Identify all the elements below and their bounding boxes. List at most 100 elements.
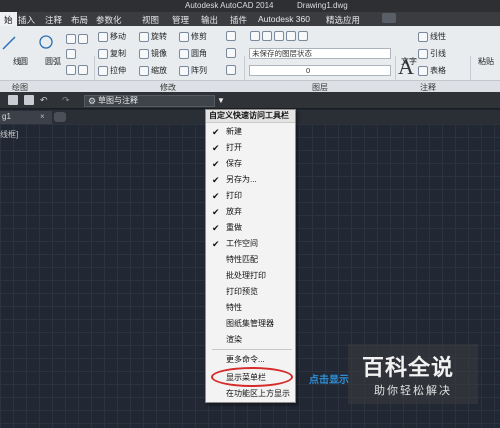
rotate-label: 旋转 (151, 32, 167, 41)
checkmark-icon: ✔ (212, 223, 220, 233)
workspace-select[interactable]: 草图与注释 (84, 95, 215, 107)
layer-state-select[interactable]: 未保存的图层状态 (249, 48, 391, 59)
tab-manage[interactable]: 管理 (172, 14, 189, 26)
title-bar: Autodesk AutoCAD 2014 Drawing1.dwg (0, 0, 500, 12)
menu-item-label: 打印预览 (226, 287, 258, 296)
current-layer-select[interactable]: 0 (249, 65, 391, 76)
menu-item[interactable]: ✔ 工作空间 (206, 236, 295, 252)
circle-icon (39, 35, 53, 49)
menu-item[interactable]: 在功能区上方显示 (206, 386, 295, 402)
menu-item[interactable]: 图纸集管理器 (206, 316, 295, 332)
modify-extra-1[interactable] (226, 31, 236, 41)
tab-plugins[interactable]: 插件 (230, 14, 247, 26)
document-tab[interactable]: g1 × (0, 111, 52, 124)
tab-parametric[interactable]: 参数化 (96, 14, 122, 26)
watermark: 百科全说 助你轻松解决 (348, 344, 478, 404)
array-icon (179, 65, 189, 76)
explode-icon (226, 48, 236, 58)
rotate-icon (139, 31, 149, 42)
undo-icon[interactable]: ↶ (40, 95, 48, 106)
copy-button[interactable]: 复制 (98, 48, 126, 59)
copy-label: 复制 (110, 49, 126, 58)
scale-button[interactable]: 缩放 (139, 65, 167, 76)
menu-item[interactable]: ✔ 打开 (206, 140, 295, 156)
draw-tools-small[interactable] (66, 34, 88, 44)
tab-autodesk-360[interactable]: Autodesk 360 (258, 14, 310, 24)
table-icon (418, 65, 428, 76)
menu-item[interactable]: ✔ 重做 (206, 220, 295, 236)
tab-annotate[interactable]: 注释 (45, 14, 62, 26)
menu-item-label: 打开 (226, 143, 242, 152)
tab-insert[interactable]: 插入 (18, 14, 35, 26)
checkmark-icon: ✔ (212, 191, 220, 201)
menu-item[interactable]: ✔ 保存 (206, 156, 295, 172)
customize-dropdown-arrow-icon[interactable]: ▼ (217, 96, 225, 105)
stretch-button[interactable]: 拉伸 (98, 65, 126, 76)
linear-dimension-button[interactable]: 线性 (418, 31, 446, 42)
tab-featured-apps[interactable]: 精选应用 (326, 14, 360, 26)
mirror-button[interactable]: 镜像 (139, 48, 167, 59)
tab-output[interactable]: 输出 (201, 14, 218, 26)
menu-item[interactable]: ✔ 打印 (206, 188, 295, 204)
checkmark-icon: ✔ (212, 127, 220, 137)
menu-item[interactable]: 打印预览 (206, 284, 295, 300)
fillet-button[interactable]: 圆角 (179, 48, 207, 59)
mirror-icon (139, 48, 149, 59)
close-icon[interactable]: × (40, 111, 45, 123)
redo-icon[interactable]: ↷ (62, 95, 70, 106)
tab-home-partial[interactable]: 始 (0, 12, 17, 26)
menu-item-label: 图纸集管理器 (226, 319, 274, 328)
menu-item[interactable]: 更多命令... (206, 352, 295, 368)
trim-button[interactable]: 修剪 (179, 31, 207, 42)
table-button[interactable]: 表格 (418, 65, 446, 76)
layer-tool-icon (262, 31, 272, 41)
tab-layout[interactable]: 布局 (71, 14, 88, 26)
leader-button[interactable]: 引线 (418, 48, 446, 59)
viewport-style-label[interactable]: 线框] (0, 129, 18, 140)
tab-view[interactable]: 视图 (142, 14, 159, 26)
line-icon (2, 36, 16, 50)
layer-properties-button[interactable] (250, 31, 308, 41)
move-button[interactable]: 移动 (98, 31, 126, 42)
line-tool[interactable] (2, 36, 16, 50)
menu-item[interactable]: ✔ 新建 (206, 124, 295, 140)
menu-item[interactable]: 批处理打印 (206, 268, 295, 284)
dropdown-icon (78, 34, 88, 44)
paste-label[interactable]: 粘贴 (478, 56, 494, 67)
hatch-icon (66, 65, 76, 75)
menu-item[interactable]: 渲染 (206, 332, 295, 348)
checkmark-icon: ✔ (212, 239, 220, 249)
save-icon[interactable] (8, 95, 18, 105)
layer-tool-icon (286, 31, 296, 41)
modify-extra-3[interactable] (226, 65, 236, 75)
menu-item[interactable]: 特性匹配 (206, 252, 295, 268)
new-tab-icon[interactable] (54, 112, 66, 122)
trim-icon (179, 31, 189, 42)
stretch-label: 拉伸 (110, 66, 126, 75)
instruction-hint: 点击显示 (309, 375, 349, 386)
trim-label: 修剪 (191, 32, 207, 41)
draw-tools-row2[interactable] (66, 49, 76, 59)
circle-tool[interactable] (38, 34, 54, 50)
array-button[interactable]: 阵列 (179, 65, 207, 76)
rotate-button[interactable]: 旋转 (139, 31, 167, 42)
modify-extra-2[interactable] (226, 48, 236, 58)
extra-tab-icon[interactable] (382, 13, 396, 23)
mirror-label: 镜像 (151, 49, 167, 58)
menu-separator (212, 349, 292, 350)
gear-icon: ⚙ (88, 96, 97, 106)
menu-item[interactable]: ✔ 放弃 (206, 204, 295, 220)
move-icon (98, 31, 108, 42)
layer-icon (250, 31, 260, 41)
layer-tool-icon (274, 31, 284, 41)
draw-tools-row3[interactable] (66, 65, 88, 75)
menu-item[interactable]: 特性 (206, 300, 295, 316)
print-icon[interactable] (24, 95, 34, 105)
fillet-icon (179, 48, 189, 59)
file-name: Drawing1.dwg (297, 1, 348, 10)
menu-item-label: 另存为... (226, 175, 257, 184)
menu-item-label: 打印 (226, 191, 242, 200)
scale-label: 缩放 (151, 66, 167, 75)
offset-icon (226, 65, 236, 75)
menu-item[interactable]: ✔ 另存为... (206, 172, 295, 188)
